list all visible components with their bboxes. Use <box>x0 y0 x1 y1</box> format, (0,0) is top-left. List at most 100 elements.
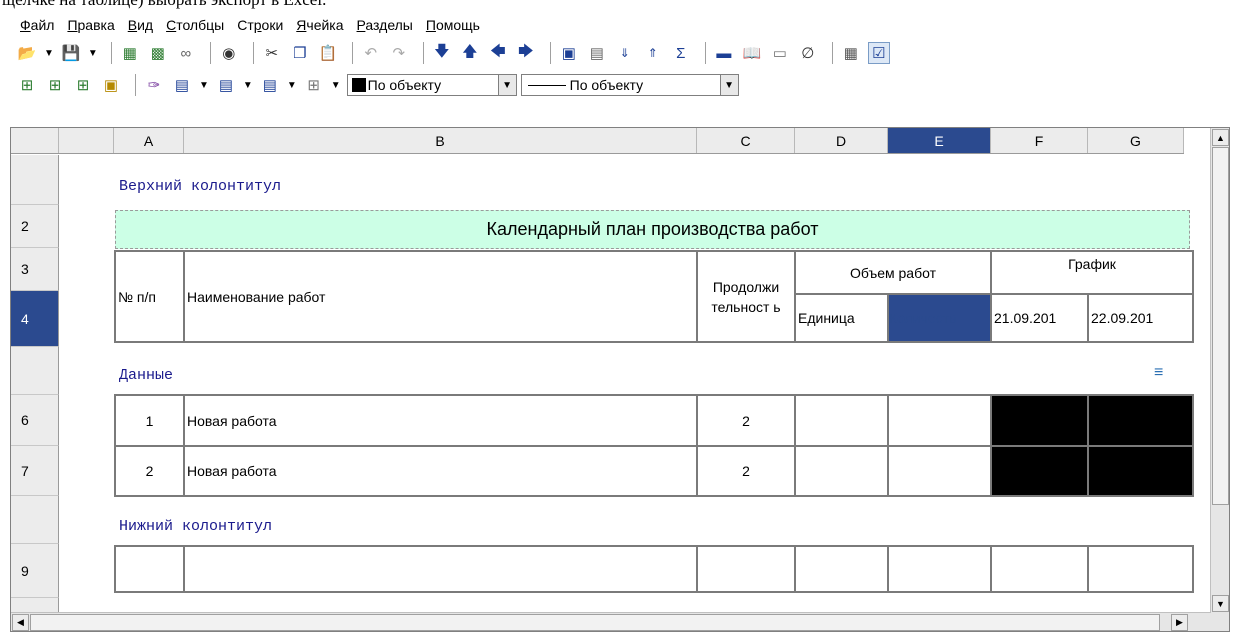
cut-icon[interactable]: ✂ <box>261 42 283 64</box>
header-volume-cell[interactable]: Объем работ <box>793 250 993 295</box>
footer-cell[interactable] <box>183 545 698 593</box>
object-icon[interactable]: ▭ <box>769 42 791 64</box>
row-header-2[interactable]: 2 <box>11 205 59 248</box>
menu-help[interactable]: Помощь <box>426 17 480 33</box>
header-duration-cell[interactable]: Продолжи тельност ь <box>696 250 796 343</box>
menu-rows[interactable]: Строки <box>237 17 283 33</box>
text-align-dropdown-arrow[interactable]: ▼ <box>199 80 209 91</box>
row-name-cell[interactable]: Новая работа <box>183 394 698 447</box>
redo-icon[interactable]: ↷ <box>388 42 410 64</box>
row-num-cell[interactable]: 1 <box>114 394 185 447</box>
border-bottom-dropdown-arrow[interactable]: ▼ <box>287 80 297 91</box>
row-quantity-cell[interactable] <box>887 394 992 447</box>
horizontal-scroll-thumb[interactable] <box>30 614 1160 631</box>
sum-icon[interactable]: Σ <box>670 42 692 64</box>
schedule-bar-cell[interactable] <box>1087 445 1194 497</box>
row-unit-cell[interactable] <box>794 445 889 497</box>
menu-columns[interactable]: Столбцы <box>166 17 224 33</box>
menu-edit[interactable]: Правка <box>67 17 114 33</box>
chevron-down-icon[interactable]: ▼ <box>719 75 738 95</box>
split-cells-icon[interactable]: ⊞ <box>44 74 66 96</box>
copy-icon[interactable]: ❐ <box>289 42 311 64</box>
open-folder-icon[interactable]: 📂 <box>16 42 38 64</box>
empty-set-icon[interactable]: ∅ <box>797 42 819 64</box>
column-header-a[interactable]: A <box>114 128 184 153</box>
report-title[interactable]: Календарный план производства работ <box>115 210 1190 249</box>
row-quantity-cell[interactable] <box>887 445 992 497</box>
border-top-icon[interactable]: ▤ <box>215 74 237 96</box>
move-left-icon[interactable]: 🡄 <box>487 42 509 64</box>
sort-descending-icon[interactable]: ⇑ <box>642 42 664 64</box>
column-header-d[interactable]: D <box>795 128 888 153</box>
footer-cell[interactable] <box>1087 545 1194 593</box>
row-duration-cell[interactable]: 2 <box>696 394 796 447</box>
book-icon[interactable]: 📖 <box>741 42 763 64</box>
border-top-dropdown-arrow[interactable]: ▼ <box>243 80 253 91</box>
borders-icon[interactable]: ⊞ <box>303 74 325 96</box>
footer-cell[interactable] <box>794 545 889 593</box>
vertical-scroll-thumb[interactable] <box>1212 147 1229 505</box>
header-unit-cell[interactable]: Единица <box>794 293 889 343</box>
footer-cell[interactable] <box>990 545 1089 593</box>
borders-dropdown-arrow[interactable]: ▼ <box>331 80 341 91</box>
paste-icon[interactable]: 📋 <box>317 42 339 64</box>
menu-file[interactable]: Файл <box>20 17 54 33</box>
schedule-bar-cell[interactable] <box>990 394 1089 447</box>
calculator-icon[interactable]: ▦ <box>840 42 862 64</box>
row-unit-cell[interactable] <box>794 394 889 447</box>
move-up-icon[interactable]: 🡅 <box>459 42 481 64</box>
header-date2-cell[interactable]: 22.09.201 <box>1087 293 1195 343</box>
border-bottom-icon[interactable]: ▤ <box>259 74 281 96</box>
format-brush-icon[interactable]: ✑ <box>143 74 165 96</box>
column-header-c[interactable]: C <box>697 128 795 153</box>
properties-icon[interactable]: ▦ <box>119 42 141 64</box>
line-style-combo[interactable]: По объекту ▼ <box>520 74 739 96</box>
header-date1-cell[interactable]: 21.09.201 <box>990 293 1090 343</box>
footer-cell[interactable] <box>887 545 992 593</box>
text-align-icon[interactable]: ▤ <box>171 74 193 96</box>
merge-cells-icon[interactable]: ⊞ <box>16 74 38 96</box>
header-num-cell[interactable]: № п/п <box>114 250 185 343</box>
undo-icon[interactable]: ↶ <box>360 42 382 64</box>
menu-sections[interactable]: Разделы <box>357 17 413 33</box>
scroll-left-icon[interactable]: ◀ <box>12 614 29 631</box>
header-schedule-cell[interactable]: График <box>990 250 1195 295</box>
move-down-icon[interactable]: 🡇 <box>431 42 453 64</box>
scroll-right-icon[interactable]: ▶ <box>1171 614 1188 631</box>
horizontal-scrollbar[interactable]: ◀ ▶ <box>11 612 1211 631</box>
column-header[interactable] <box>59 128 114 153</box>
link-icon[interactable]: ∞ <box>175 42 197 64</box>
row-name-cell[interactable]: Новая работа <box>183 445 698 497</box>
menu-cell[interactable]: Ячейка <box>296 17 343 33</box>
report-sheet[interactable]: A B C D E F G 2 3 4 6 7 9 Верхний колонт… <box>10 127 1230 632</box>
scroll-down-icon[interactable]: ▼ <box>1212 595 1229 612</box>
footer-cell[interactable] <box>114 545 185 593</box>
sort-ascending-icon[interactable]: ⇓ <box>614 42 636 64</box>
preview-eye-icon[interactable]: ◉ <box>218 42 240 64</box>
row-header-3[interactable]: 3 <box>11 248 59 291</box>
row-header-7[interactable]: 7 <box>11 446 59 496</box>
form-icon[interactable]: ▬ <box>713 42 735 64</box>
schedule-bar-cell[interactable] <box>1087 394 1194 447</box>
table-format-icon[interactable]: ▤ <box>586 42 608 64</box>
header-quantity-cell[interactable]: Количеств <box>886 293 993 343</box>
footer-cell[interactable] <box>696 545 796 593</box>
fill-color-combo[interactable]: По объекту ▼ <box>346 74 517 96</box>
edit-table-icon[interactable]: ▣ <box>100 74 122 96</box>
row-header[interactable] <box>11 155 59 205</box>
row-header-6[interactable]: 6 <box>11 395 59 446</box>
row-num-cell[interactable]: 2 <box>114 445 185 497</box>
column-header-f[interactable]: F <box>991 128 1088 153</box>
corner-cell[interactable] <box>11 128 59 153</box>
checkbox-toggle-icon[interactable]: ☑ <box>867 42 890 64</box>
save-icon[interactable]: 💾 <box>60 42 82 64</box>
open-dropdown-arrow[interactable]: ▼ <box>44 48 54 59</box>
chevron-down-icon[interactable]: ▼ <box>497 75 516 95</box>
menu-view[interactable]: Вид <box>128 17 153 33</box>
template-icon[interactable]: ▩ <box>147 42 169 64</box>
column-header-g[interactable]: G <box>1088 128 1184 153</box>
save-dropdown-arrow[interactable]: ▼ <box>88 48 98 59</box>
cell-style-icon[interactable]: ▣ <box>558 42 580 64</box>
scroll-up-icon[interactable]: ▲ <box>1212 129 1229 146</box>
header-name-cell[interactable]: Наименование работ <box>183 250 698 343</box>
